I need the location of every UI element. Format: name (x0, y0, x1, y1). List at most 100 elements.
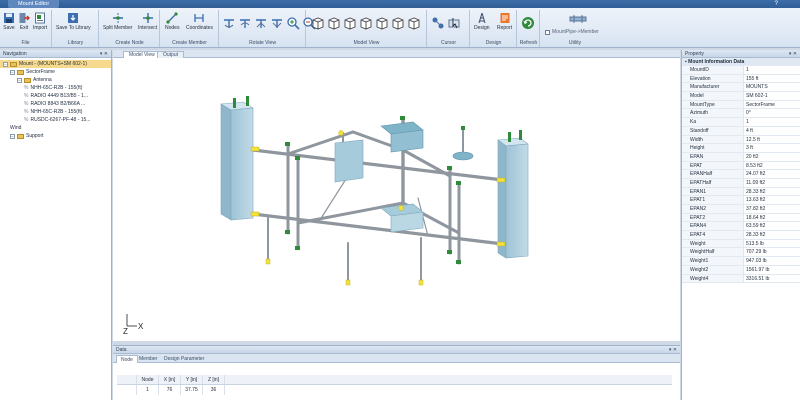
property-row[interactable]: Ka 1 (682, 118, 800, 127)
tab-output[interactable]: Output (157, 51, 185, 58)
property-row[interactable]: EPAT4 28.33 ft2 (682, 231, 800, 240)
exit-button[interactable]: Exit (18, 12, 30, 31)
property-row[interactable]: Weight1 947.03 lb (682, 257, 800, 266)
rotate-right-icon[interactable] (238, 16, 252, 30)
save-button[interactable]: Save (3, 12, 15, 31)
property-value[interactable]: 8.53 ft2 (744, 162, 763, 170)
panel-pin-close-icon[interactable]: ▾ ✕ (789, 50, 797, 58)
property-row[interactable]: EPAT 8.53 ft2 (682, 161, 800, 171)
tree-node[interactable]: − Antenna (0, 76, 111, 84)
property-row[interactable]: Height 3 ft (682, 144, 800, 153)
property-value[interactable]: 20 ft2 (744, 153, 759, 161)
property-row[interactable]: Weight2 1561.97 lb (682, 265, 800, 275)
mount-pipe-option[interactable]: MountPipe->Member (545, 29, 599, 35)
panel-pin-close-icon[interactable]: ▾ ✕ (100, 50, 108, 58)
tree-node[interactable]: % NHH-65C-R2B - 155(ft) (0, 108, 111, 116)
panel-pin-close-icon[interactable]: ▾ ✕ (669, 346, 677, 354)
property-row[interactable]: Weight 513.5 lb (682, 239, 800, 249)
mount-pipe-checkbox[interactable] (545, 29, 550, 35)
tab-member[interactable]: Member (135, 355, 161, 363)
property-row[interactable]: Standoff 4 ft (682, 126, 800, 136)
tree-node[interactable]: − Mount - (MOUNTS+SM 602-1) (0, 60, 111, 68)
left-column[interactable] (220, 96, 254, 221)
design-button[interactable]: Design (474, 12, 490, 31)
tree-node[interactable]: % RUSDC-6267-PF-48 - 15... (0, 116, 111, 124)
property-value[interactable]: 0° (744, 109, 751, 117)
property-row[interactable]: MountType SectorFrame (682, 100, 800, 110)
report-button[interactable]: Report (497, 12, 512, 31)
frame-pipes[interactable] (251, 116, 505, 284)
property-value[interactable]: 12.5 ft (744, 136, 760, 144)
property-value[interactable]: 513.5 lb (744, 240, 764, 248)
cell-y[interactable]: 37.75 (181, 385, 203, 395)
view-bottom-icon[interactable] (391, 16, 405, 30)
view-left-icon[interactable] (343, 16, 357, 30)
utility-pipe-icon-button[interactable] (569, 14, 587, 24)
property-row[interactable]: MountID 1 (682, 66, 800, 75)
property-value[interactable]: 1561.97 lb (744, 266, 769, 274)
tree-node[interactable]: Wind (0, 124, 111, 132)
cell-node[interactable]: 1 (137, 385, 159, 395)
property-value[interactable]: SM 602-1 (744, 92, 768, 100)
property-row[interactable]: EPAN1 28.33 ft2 (682, 187, 800, 197)
property-row[interactable]: EPANHalf 24.07 ft2 (682, 170, 800, 179)
save-to-library-button[interactable]: Save To Library (56, 12, 91, 31)
cell-x[interactable]: 76 (159, 385, 181, 395)
model-nodes[interactable] (285, 116, 465, 264)
property-value[interactable]: 24.07 ft2 (744, 170, 765, 178)
view-iso-icon[interactable] (407, 16, 421, 30)
property-row[interactable]: EPAN2 37.82 ft2 (682, 205, 800, 214)
rotate-down-icon[interactable] (270, 16, 284, 30)
model-viewport[interactable]: Z X (113, 58, 680, 341)
property-value[interactable]: 947.03 lb (744, 257, 767, 265)
property-value[interactable]: MOUNTS (744, 83, 768, 91)
split-member-button[interactable]: Split Member (103, 12, 132, 31)
property-value[interactable]: 28.33 ft2 (744, 188, 765, 196)
property-row[interactable]: Azimuth 0° (682, 109, 800, 119)
property-row[interactable]: Weight4 3316.51 lb (682, 274, 800, 284)
property-value[interactable]: 63.59 ft2 (744, 222, 765, 230)
column-header-y[interactable]: Y [in] (181, 375, 203, 384)
cursor-node-icon[interactable] (431, 16, 445, 30)
refresh-button[interactable] (521, 16, 535, 30)
tree-node[interactable]: % RADIO 4449 B13/B5 - 1... (0, 92, 111, 100)
property-value[interactable]: 37.82 ft2 (744, 205, 765, 213)
cell-z[interactable]: 36 (203, 385, 225, 395)
import-button[interactable]: Import (33, 12, 47, 31)
property-value[interactable]: 4 ft (744, 127, 753, 135)
property-row[interactable]: WeightHalf 707.29 lb (682, 248, 800, 258)
property-row[interactable]: EPAT2 18.64 ft2 (682, 213, 800, 223)
rotate-left-icon[interactable] (222, 16, 236, 30)
property-section-mount-information[interactable]: ▪ Mount Information Data (682, 58, 800, 66)
tab-design-parameter[interactable]: Design Parameter (160, 355, 208, 363)
nodes-button[interactable]: Nodes (165, 12, 179, 31)
property-row[interactable]: EPATHalf 11.09 ft2 (682, 178, 800, 188)
help-icon[interactable]: ? (775, 0, 778, 8)
tree-node[interactable]: − Support (0, 132, 111, 140)
property-value[interactable]: 155 ft (744, 75, 759, 83)
expand-toggle-icon[interactable]: − (10, 69, 15, 75)
property-value[interactable]: 28.33 ft2 (744, 231, 765, 239)
cursor-select-icon[interactable] (447, 16, 461, 30)
table-row[interactable]: 1 76 37.75 36 (117, 385, 672, 395)
property-row[interactable]: EPAN4 63.59 ft2 (682, 222, 800, 232)
tab-model-view[interactable]: Model View (123, 51, 161, 58)
expand-toggle-icon[interactable]: − (17, 77, 22, 83)
property-value[interactable]: SectorFrame (744, 101, 775, 109)
mount-model-3d[interactable]: Z X (113, 58, 680, 341)
right-column[interactable] (497, 130, 529, 259)
property-row[interactable]: EPAT1 13.63 ft2 (682, 196, 800, 205)
expand-toggle-icon[interactable]: − (3, 61, 8, 67)
view-back-icon[interactable] (327, 16, 341, 30)
view-top-icon[interactable] (375, 16, 389, 30)
column-header-x[interactable]: X [in] (159, 375, 181, 384)
property-row[interactable]: Elevation 155 ft (682, 74, 800, 84)
property-row[interactable]: Model SM 602-1 (682, 92, 800, 101)
property-value[interactable]: 18.64 ft2 (744, 214, 765, 222)
property-value[interactable]: 11.09 ft2 (744, 179, 765, 187)
property-value[interactable]: 707.29 lb (744, 248, 767, 256)
property-row[interactable]: Width 12.5 ft (682, 135, 800, 145)
property-value[interactable]: 1 (744, 118, 749, 126)
tree-node[interactable]: − SectorFrame (0, 68, 111, 76)
column-header-node[interactable]: Node (137, 375, 159, 384)
